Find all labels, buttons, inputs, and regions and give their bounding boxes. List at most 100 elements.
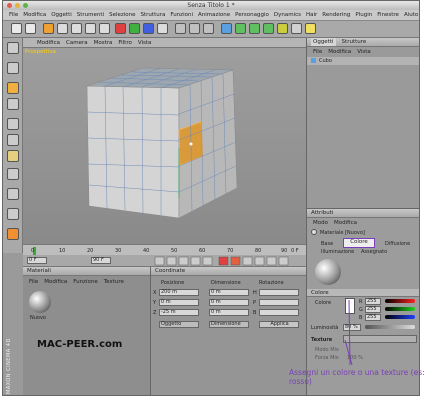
color-swatch[interactable] (345, 298, 355, 314)
luminosita-slider[interactable] (365, 325, 415, 329)
pos-z-field[interactable]: -25 m (159, 309, 199, 316)
perspective-viewport[interactable]: Prospettiva (23, 48, 306, 244)
viewport-menu-mostra[interactable]: Mostra (94, 40, 113, 46)
nurbs-icon[interactable] (249, 23, 260, 34)
menu-plugin[interactable]: Plugin (355, 12, 372, 18)
redo-icon[interactable] (25, 23, 36, 34)
objects-menu-file[interactable]: File (313, 49, 322, 55)
viewport-menu-vista[interactable]: Vista (138, 40, 152, 46)
r-field[interactable]: 255 (365, 298, 381, 305)
tab-assegnato[interactable]: Assegnato (361, 249, 387, 255)
coordinate-mode-select[interactable]: Oggetto (159, 321, 199, 328)
menu-file[interactable]: File (9, 12, 18, 18)
rot-h-field[interactable] (259, 289, 299, 296)
dim-x-field[interactable]: 0 m (209, 289, 249, 296)
materials-menu-texture[interactable]: Texture (104, 279, 124, 285)
g-field[interactable]: 255 (365, 306, 381, 313)
rot-b-field[interactable] (259, 309, 299, 316)
undo-icon[interactable] (11, 23, 22, 34)
close-window-button[interactable] (7, 3, 12, 8)
z-axis-icon[interactable] (143, 23, 154, 34)
material-swatch[interactable] (29, 291, 51, 313)
rotate-tool-icon[interactable] (85, 23, 96, 34)
snapping-icon[interactable] (7, 228, 19, 240)
menu-selezione[interactable]: Selezione (109, 12, 135, 18)
tab-diffusione[interactable]: Diffusione (385, 241, 410, 247)
edges-mode-icon[interactable] (7, 134, 19, 146)
cube-wireframe[interactable] (23, 48, 306, 244)
minimize-window-button[interactable] (15, 3, 20, 8)
coordinate-system-icon[interactable] (157, 23, 168, 34)
menu-personaggio[interactable]: Personaggio (235, 12, 269, 18)
menu-funzioni[interactable]: Funzioni (170, 12, 193, 18)
texture-tool-icon[interactable] (7, 82, 19, 94)
render-view-icon[interactable] (175, 23, 186, 34)
menu-finestre[interactable]: Finestre (377, 12, 399, 18)
materials-menu-funzione[interactable]: Funzione (73, 279, 97, 285)
pos-x-field[interactable]: 200 m (159, 289, 199, 296)
luminosita-field[interactable]: 80 % (343, 324, 361, 331)
viewport-menu-filtro[interactable]: Filtro (118, 40, 131, 46)
render-settings-icon[interactable] (203, 23, 214, 34)
polygons-mode-icon[interactable] (7, 150, 19, 162)
start-frame-field[interactable]: 0 F (27, 257, 47, 264)
menu-animazione[interactable]: Animazione (198, 12, 230, 18)
soft-selection-icon[interactable] (7, 208, 19, 220)
menu-modifica[interactable]: Modifica (23, 12, 46, 18)
deformer-icon[interactable] (263, 23, 274, 34)
environment-icon[interactable] (277, 23, 288, 34)
move-tool-icon[interactable] (57, 23, 68, 34)
menu-oggetti[interactable]: Oggetti (51, 12, 72, 18)
object-row-cubo[interactable]: Cubo (307, 57, 419, 65)
r-slider[interactable] (385, 299, 415, 303)
menu-dynamics[interactable]: Dynamics (274, 12, 301, 18)
b-field[interactable]: 255 (365, 314, 381, 321)
zoom-window-button[interactable] (23, 3, 28, 8)
tab-illuminazione[interactable]: Illuminazione (321, 249, 354, 255)
materials-menu-file[interactable]: File (29, 279, 38, 285)
texture-axis-icon[interactable] (7, 98, 19, 110)
camera-icon[interactable] (291, 23, 302, 34)
menu-rendering[interactable]: Rendering (322, 12, 350, 18)
viewport-menu-modifica[interactable]: Modifica (37, 40, 60, 46)
texture-slot[interactable] (343, 335, 417, 343)
x-axis-icon[interactable] (115, 23, 126, 34)
light-icon[interactable] (305, 23, 316, 34)
timeline-ruler[interactable]: 0 10 20 30 40 50 60 70 80 90 0 F (23, 244, 306, 255)
y-axis-icon[interactable] (129, 23, 140, 34)
menu-struttura[interactable]: Struttura (141, 12, 166, 18)
dim-z-field[interactable]: 0 m (209, 309, 249, 316)
live-selection-icon[interactable] (43, 23, 54, 34)
size-mode-select[interactable]: Dimensione (209, 321, 249, 328)
enable-axis-icon[interactable] (7, 168, 19, 180)
g-slider[interactable] (385, 307, 415, 311)
menu-hair[interactable]: Hair (306, 12, 317, 18)
apply-button[interactable]: Applica (259, 321, 299, 328)
tweak-mode-icon[interactable] (7, 188, 19, 200)
viewport-menu-camera[interactable]: Camera (66, 40, 88, 46)
rot-p-field[interactable] (259, 299, 299, 306)
objects-menu-vista[interactable]: Vista (357, 49, 371, 55)
tab-oggetti[interactable]: Oggetti (311, 38, 336, 46)
materials-menu-modifica[interactable]: Modifica (44, 279, 67, 285)
pos-y-field[interactable]: 0 m (159, 299, 199, 306)
attributes-menu-modo[interactable]: Modo (313, 220, 328, 226)
objects-menu-modifica[interactable]: Modifica (328, 49, 351, 55)
cube-primitive-icon[interactable] (221, 23, 232, 34)
render-picture-viewer-icon[interactable] (189, 23, 200, 34)
tab-strutture[interactable]: Strutture (342, 38, 367, 46)
use-model-tool-icon[interactable] (7, 42, 19, 54)
menu-strumenti[interactable]: Strumenti (77, 12, 104, 18)
recent-tool-icon[interactable] (99, 23, 110, 34)
tab-colore[interactable]: Colore (343, 238, 375, 248)
use-object-tool-icon[interactable] (7, 62, 19, 74)
end-frame-field[interactable]: 90 F (91, 257, 111, 264)
attributes-menu-modifica[interactable]: Modifica (334, 220, 357, 226)
tab-base[interactable]: Base (321, 241, 333, 247)
spline-icon[interactable] (235, 23, 246, 34)
points-mode-icon[interactable] (7, 118, 19, 130)
scale-tool-icon[interactable] (71, 23, 82, 34)
menu-aiuto[interactable]: Aiuto (404, 12, 418, 18)
b-slider[interactable] (385, 315, 415, 319)
dim-y-field[interactable]: 0 m (209, 299, 249, 306)
